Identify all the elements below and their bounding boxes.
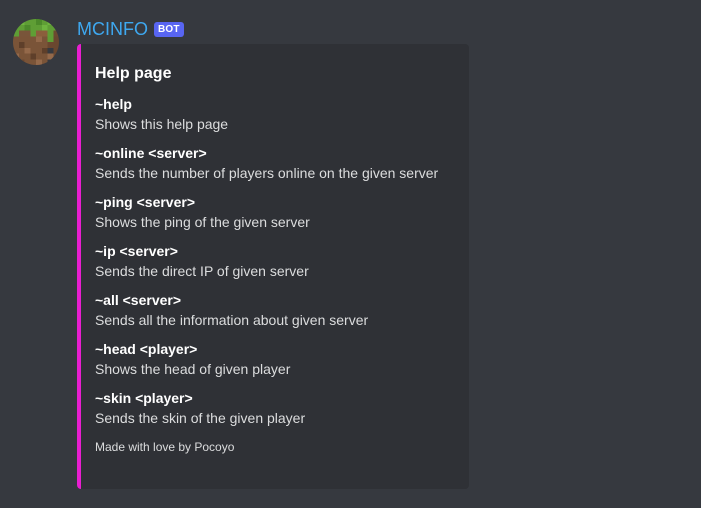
embed-field: ~online <server> Sends the number of pla… xyxy=(95,144,455,184)
embed-field: ~all <server> Sends all the information … xyxy=(95,291,455,331)
field-value: Shows the ping of the given server xyxy=(95,214,310,230)
field-name: ~help xyxy=(95,96,132,112)
field-value: Sends the skin of the given player xyxy=(95,410,306,426)
bot-badge: BOT xyxy=(154,21,184,37)
help-embed: Help page ~help Shows this help page ~on… xyxy=(77,44,469,489)
field-name: ~ip <server> xyxy=(95,243,178,259)
bot-message: MCINFO BOT Help page ~help Shows this he… xyxy=(0,0,701,508)
bot-avatar[interactable] xyxy=(13,19,59,65)
minecraft-grass-block-icon xyxy=(13,19,59,65)
field-value: Sends the direct IP of given server xyxy=(95,263,309,279)
embed-field: ~help Shows this help page xyxy=(95,95,455,135)
embed-footer: Made with love by Pocoyo xyxy=(95,440,235,454)
author-name[interactable]: MCINFO xyxy=(77,18,148,40)
field-name: ~ping <server> xyxy=(95,194,196,210)
embed-title: Help page xyxy=(95,65,172,82)
field-value: Sends the number of players online on th… xyxy=(95,165,439,181)
message-header: MCINFO BOT xyxy=(77,18,184,40)
field-value: Sends all the information about given se… xyxy=(95,312,369,328)
embed-field: ~ping <server> Shows the ping of the giv… xyxy=(95,193,455,233)
field-name: ~head <player> xyxy=(95,341,198,357)
field-value: Shows the head of given player xyxy=(95,361,291,377)
embed-field: ~skin <player> Sends the skin of the giv… xyxy=(95,389,455,429)
field-name: ~skin <player> xyxy=(95,390,193,406)
field-value: Shows this help page xyxy=(95,116,229,132)
field-name: ~all <server> xyxy=(95,292,182,308)
embed-field: ~ip <server> Sends the direct IP of give… xyxy=(95,242,455,282)
field-name: ~online <server> xyxy=(95,145,207,161)
embed-field: ~head <player> Shows the head of given p… xyxy=(95,340,455,380)
